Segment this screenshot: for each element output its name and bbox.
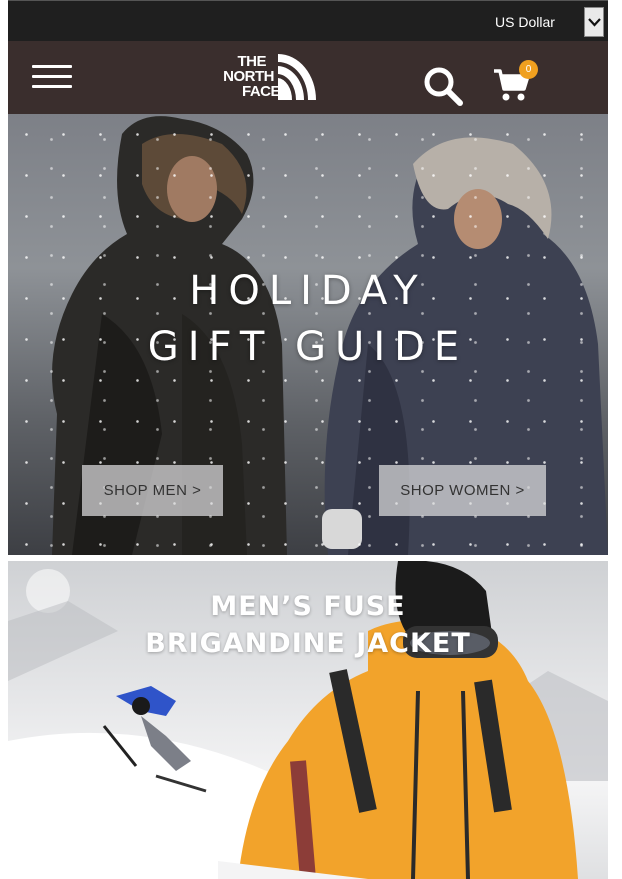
brand-logo-text: THE NORTH FACE [208,54,280,99]
search-button[interactable] [422,65,464,107]
chevron-down-icon [588,18,601,27]
hero-title-line-2: GIFT GUIDE [147,324,469,370]
page: US Dollar THE NORTH FACE 0 HOLIDAY GIFT … [8,0,608,879]
skier-image [102,686,207,793]
holiday-gift-guide-banner[interactable]: HOLIDAY GIFT GUIDE SHOP MEN > SHOP WOMEN… [8,114,608,555]
cart-count-badge: 0 [519,60,538,79]
product-title-line-2: BRIGANDINE JACKET [145,628,471,659]
half-dome-logo-icon [278,54,316,100]
hamburger-menu-icon [32,65,72,68]
hamburger-menu-button[interactable] [32,65,72,89]
shop-women-button[interactable]: SHOP WOMEN > [379,465,546,516]
hero-title-line-1: HOLIDAY [189,268,427,314]
hamburger-menu-icon-bar [32,75,72,78]
currency-selected-value[interactable]: US Dollar [495,14,555,30]
logo-line-3: FACE [241,83,281,100]
currency-bar: US Dollar [8,0,608,41]
logo-line-2: NORTH [223,68,274,85]
fuse-brigandine-jacket-banner[interactable]: MEN’S FUSE BRIGANDINE JACKET [8,561,608,879]
brand-logo[interactable]: THE NORTH FACE [208,53,320,105]
page-right-margin [608,0,622,879]
site-header: THE NORTH FACE 0 [8,41,608,114]
currency-dropdown[interactable] [584,7,604,37]
logo-line-1: THE [237,53,267,70]
shop-men-button[interactable]: SHOP MEN > [82,465,223,516]
product-title-line-1: MEN’S FUSE [210,591,406,622]
hamburger-menu-icon-bar [32,85,72,88]
search-icon [424,67,463,106]
